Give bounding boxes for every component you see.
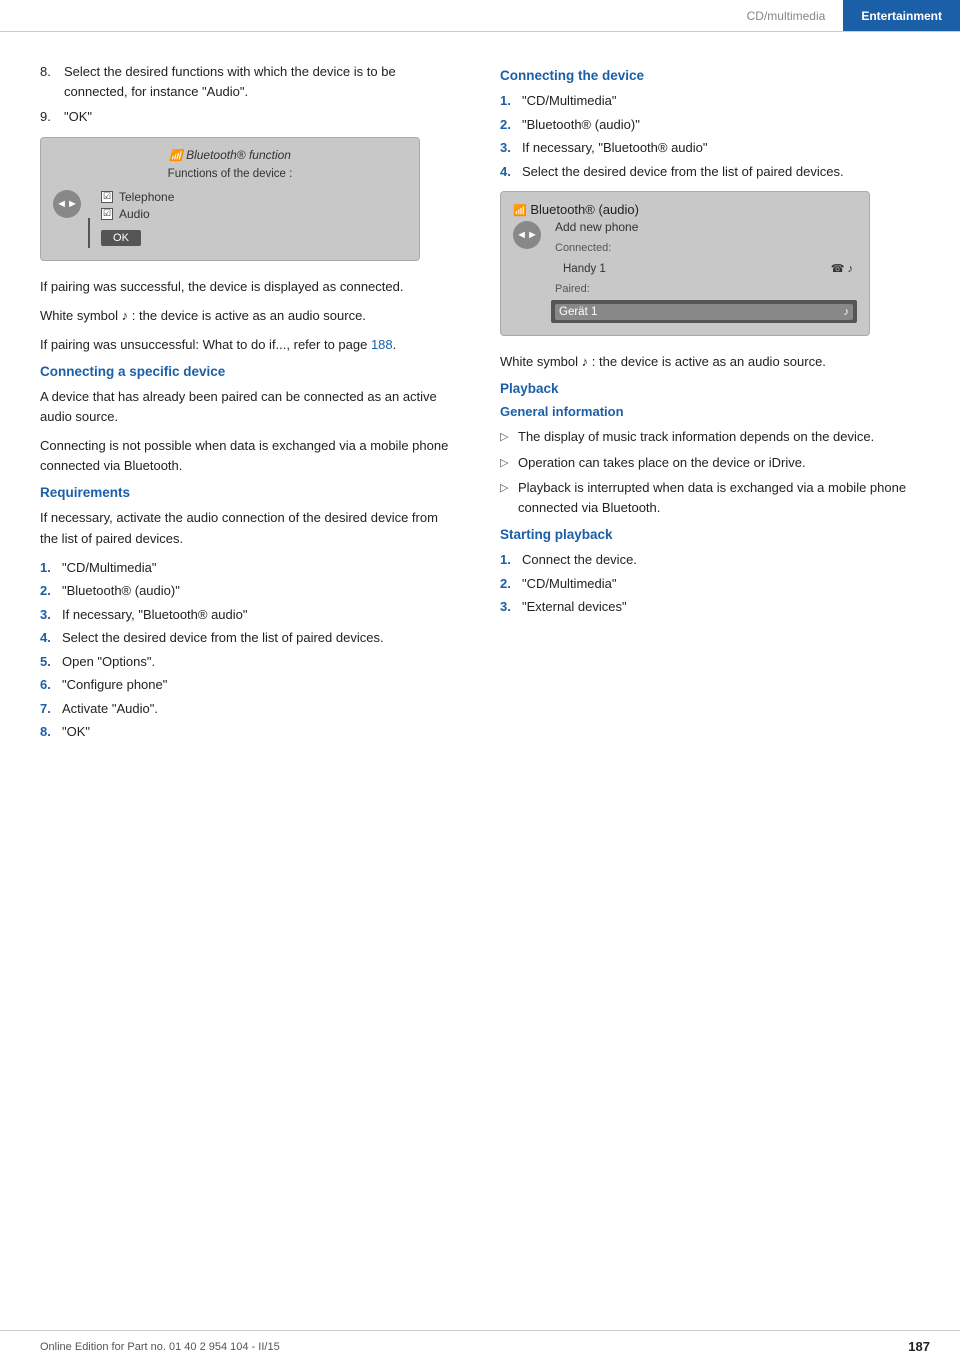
mockup-inner: ◄► ☑ Telephone ☑ Audio OK	[53, 190, 407, 250]
add-new-phone-item: Add new phone	[551, 217, 857, 237]
handy1-icons: ☎ ♪	[831, 262, 853, 275]
left-column: 8. Select the desired functions with whi…	[0, 62, 480, 752]
playback-heading: Playback	[500, 381, 930, 396]
general-info-heading: General information	[500, 404, 930, 419]
mockup-right-title: 📶 Bluetooth® (audio)	[513, 202, 857, 217]
item-telephone-label: Telephone	[119, 190, 174, 204]
step-9: 9. "OK"	[40, 107, 450, 127]
para2-prefix: White symbol	[40, 308, 118, 323]
connecting-device-step-item: 4.Select the desired device from the lis…	[500, 162, 930, 182]
item-audio-label: Audio	[119, 207, 150, 221]
para3-suffix: .	[393, 337, 397, 352]
starting-playback-step-item: 2."CD/Multimedia"	[500, 574, 930, 594]
starting-playback-step-item: 1.Connect the device.	[500, 550, 930, 570]
gerat1-item: Gerät 1 ♪	[551, 300, 857, 323]
mockup-ok-btn: OK	[101, 224, 407, 246]
step-9-text: "OK"	[64, 107, 450, 127]
requirement-step-item: 3.If necessary, "Bluetooth® audio"	[40, 605, 450, 625]
connecting-device-step-item: 1."CD/Multimedia"	[500, 91, 930, 111]
checkbox-audio: ☑	[101, 208, 113, 220]
mockup-right-nav-btn: ◄►	[513, 221, 541, 249]
right-para-white-prefix: White symbol	[500, 354, 578, 369]
connecting-device-steps-list: 1."CD/Multimedia" 2."Bluetooth® (audio)" 3…	[500, 91, 930, 181]
handy1-item: Handy 1 ☎ ♪	[551, 259, 857, 278]
left-para-3: If pairing was unsuccessful: What to do …	[40, 335, 450, 355]
requirements-heading: Requirements	[40, 485, 450, 500]
left-para-1: If pairing was successful, the device is…	[40, 277, 450, 297]
main-content: 8. Select the desired functions with whi…	[0, 32, 960, 752]
gerat1-subitem: Gerät 1 ♪	[555, 304, 853, 320]
general-info-bullets-list: ▷The display of music track information …	[500, 427, 930, 517]
requirement-step-item: 6."Configure phone"	[40, 675, 450, 695]
page-footer: Online Edition for Part no. 01 40 2 954 …	[0, 1330, 960, 1362]
mockup-subtitle: Functions of the device :	[53, 168, 407, 180]
mockup-title: 📶 Bluetooth® function	[53, 148, 407, 162]
gerat1-icons: ♪	[844, 306, 850, 318]
step-8: 8. Select the desired functions with whi…	[40, 62, 450, 101]
page-header: CD/multimedia Entertainment	[0, 0, 960, 32]
right-column: Connecting the device 1."CD/Multimedia" 2…	[480, 62, 960, 752]
requirement-step-item: 5.Open "Options".	[40, 652, 450, 672]
step-9-num: 9.	[40, 107, 64, 127]
header-cd-label: CD/multimedia	[729, 9, 844, 23]
connecting-specific-heading: Connecting a specific device	[40, 364, 450, 379]
right-music-note-icon: ♪	[582, 354, 592, 369]
connecting-device-heading: Connecting the device	[500, 68, 930, 83]
mockup-nav-btn: ◄►	[53, 190, 81, 218]
handy1-subitem: Handy 1 ☎ ♪	[555, 262, 853, 275]
mockup-item-audio: ☑ Audio	[101, 207, 407, 221]
para3-prefix: If pairing was unsuccessful: What to do …	[40, 337, 371, 352]
step-8-text: Select the desired functions with which …	[64, 62, 450, 101]
requirements-para: If necessary, activate the audio connect…	[40, 508, 450, 548]
requirement-step-item: 8."OK"	[40, 722, 450, 742]
mockup-line	[88, 218, 90, 248]
footer-text: Online Edition for Part no. 01 40 2 954 …	[40, 1341, 280, 1353]
page-link-188[interactable]: 188	[371, 337, 393, 352]
general-info-bullet-item: ▷Operation can takes place on the device…	[500, 453, 930, 473]
left-para-2: White symbol ♪ : the device is active as…	[40, 306, 450, 326]
starting-playback-steps-list: 1.Connect the device. 2."CD/Multimedia" 3.…	[500, 550, 930, 617]
requirement-step-item: 4.Select the desired device from the lis…	[40, 628, 450, 648]
bluetooth-audio-mockup: 📶 Bluetooth® (audio) ◄► Add new phone Co…	[500, 191, 870, 336]
paired-label: Paired:	[551, 280, 857, 298]
right-para-white-middle: : the device is active as an audio sourc…	[592, 354, 826, 369]
starting-playback-step-item: 3."External devices"	[500, 597, 930, 617]
general-info-bullet-item: ▷The display of music track information …	[500, 427, 930, 447]
music-note-icon: ♪	[122, 308, 132, 323]
mockup-items: ☑ Telephone ☑ Audio OK	[101, 190, 407, 246]
connecting-specific-para2: Connecting is not possible when data is …	[40, 436, 450, 476]
mockup-item-telephone: ☑ Telephone	[101, 190, 407, 204]
para2-middle: : the device is active as an audio sourc…	[132, 308, 366, 323]
requirement-step-item: 2."Bluetooth® (audio)"	[40, 581, 450, 601]
mockup-right-items: Add new phone Connected: Handy 1 ☎ ♪ Pai…	[551, 217, 857, 325]
step-8-num: 8.	[40, 62, 64, 101]
bluetooth-function-mockup: 📶 Bluetooth® function Functions of the d…	[40, 137, 420, 261]
requirement-step-item: 1."CD/Multimedia"	[40, 558, 450, 578]
general-info-bullet-item: ▷Playback is interrupted when data is ex…	[500, 478, 930, 517]
connecting-device-step-item: 2."Bluetooth® (audio)"	[500, 115, 930, 135]
requirements-steps-list: 1."CD/Multimedia" 2."Bluetooth® (audio)" 3…	[40, 558, 450, 742]
connecting-specific-para1: A device that has already been paired ca…	[40, 387, 450, 427]
mockup-right-inner: ◄► Add new phone Connected: Handy 1 ☎ ♪ …	[513, 217, 857, 325]
checkbox-telephone: ☑	[101, 191, 113, 203]
starting-playback-heading: Starting playback	[500, 527, 930, 542]
page-number: 187	[908, 1339, 930, 1354]
right-white-symbol-para: White symbol ♪ : the device is active as…	[500, 352, 930, 372]
requirement-step-item: 7.Activate "Audio".	[40, 699, 450, 719]
header-entertainment-label: Entertainment	[843, 0, 960, 31]
connecting-device-step-item: 3.If necessary, "Bluetooth® audio"	[500, 138, 930, 158]
connected-label: Connected:	[551, 239, 857, 257]
